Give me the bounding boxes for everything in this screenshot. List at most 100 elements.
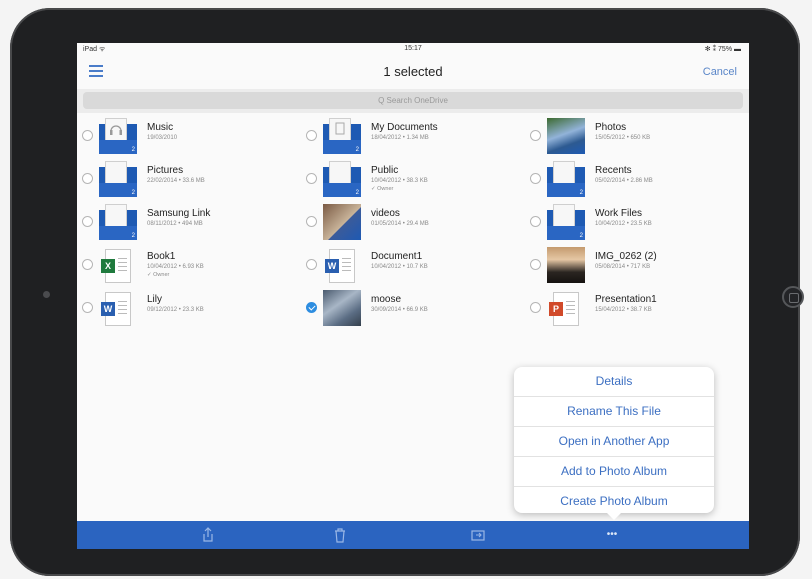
rename-file-menu-item[interactable]: Rename This File	[514, 397, 714, 427]
select-radio[interactable]	[530, 302, 541, 313]
file-name: moose	[371, 294, 402, 305]
video-folder-thumbnail	[323, 204, 361, 240]
select-radio[interactable]	[306, 216, 317, 227]
file-meta: 10/04/2012 • 6.93 KB	[147, 264, 204, 270]
details-menu-item[interactable]: Details	[514, 367, 714, 397]
folder-icon: 2	[99, 118, 137, 154]
create-album-menu-item[interactable]: Create Photo Album	[514, 487, 714, 516]
file-item[interactable]: W Document1 10/04/2012 • 10.7 KB	[301, 244, 525, 286]
file-thumbnail	[323, 290, 361, 326]
folder-icon: 2	[99, 161, 137, 197]
file-info: Document1 10/04/2012 • 10.7 KB	[371, 251, 428, 270]
folder-icon: 2	[547, 204, 585, 240]
file-meta: 10/04/2012 • 10.7 KB	[371, 264, 428, 270]
file-info: Presentation1 15/04/2012 • 38.7 KB	[595, 294, 657, 313]
file-info: Music 19/03/2010	[147, 122, 177, 141]
file-thumbnail	[547, 247, 585, 283]
file-item[interactable]: 2 Pictures 22/02/2014 • 33.6 MB	[77, 158, 301, 200]
file-info: Public 10/04/2012 • 38.3 KB ✓ Owner	[371, 165, 428, 192]
select-radio[interactable]	[82, 216, 93, 227]
file-info: Recents 05/02/2014 • 2.86 MB	[595, 165, 653, 184]
file-info: Work Files 10/04/2012 • 23.5 KB	[595, 208, 652, 227]
file-meta: 08/11/2012 • 494 MB	[147, 221, 203, 227]
file-meta: 19/03/2010	[147, 135, 178, 141]
search-bar-container: Q Search OneDrive	[77, 89, 749, 113]
file-item[interactable]: 2 Music 19/03/2010	[77, 115, 301, 157]
file-meta: 05/02/2014 • 2.86 MB	[595, 178, 653, 184]
home-button[interactable]	[782, 286, 804, 308]
file-item[interactable]: P Presentation1 15/04/2012 • 38.7 KB	[525, 287, 749, 329]
file-item[interactable]: 2 Work Files 10/04/2012 • 23.5 KB	[525, 201, 749, 243]
file-item[interactable]: X Book1 10/04/2012 • 6.93 KB ✓ Owner	[77, 244, 301, 286]
battery-indicator: ✻ ⁑ 75% ▬	[704, 46, 741, 53]
file-thumbnail: W	[323, 247, 361, 283]
shared-owner-label: ✓ Owner	[371, 186, 394, 192]
clock: 15:17	[404, 45, 422, 52]
file-item[interactable]: 2 My Documents 18/04/2012 • 1.34 MB	[301, 115, 525, 157]
file-info: Photos 15/05/2012 • 650 KB	[595, 122, 650, 141]
file-name: Music	[147, 122, 174, 133]
file-thumbnail: X	[99, 247, 137, 283]
folder-icon: 2	[323, 161, 361, 197]
share-icon[interactable]	[200, 527, 216, 543]
cancel-button[interactable]: Cancel	[703, 66, 737, 78]
file-name: My Documents	[371, 122, 438, 133]
file-name: Presentation1	[595, 294, 657, 305]
excel-icon: X	[101, 249, 131, 283]
actions-popover: Details Rename This File Open in Another…	[514, 367, 714, 520]
file-name: Photos	[595, 122, 627, 133]
select-radio[interactable]	[82, 173, 93, 184]
select-radio[interactable]	[306, 259, 317, 270]
file-thumbnail: 2	[99, 204, 137, 240]
file-name: Pictures	[147, 165, 184, 176]
file-item[interactable]: IMG_0262 (2) 05/08/2014 • 717 KB	[525, 244, 749, 286]
file-meta: 09/12/2012 • 23.3 KB	[147, 307, 204, 313]
file-info: videos 01/05/2014 • 29.4 MB	[371, 208, 429, 227]
folder-icon: 2	[323, 118, 361, 154]
file-info: moose 30/09/2014 • 66.9 KB	[371, 294, 428, 313]
add-to-album-menu-item[interactable]: Add to Photo Album	[514, 457, 714, 487]
file-thumbnail: W	[99, 290, 137, 326]
nav-bar: 1 selected Cancel	[77, 55, 749, 89]
file-item[interactable]: Photos 15/05/2012 • 650 KB	[525, 115, 749, 157]
select-radio[interactable]	[530, 130, 541, 141]
file-item[interactable]: 2 Public 10/04/2012 • 38.3 KB ✓ Owner	[301, 158, 525, 200]
file-item[interactable]: videos 01/05/2014 • 29.4 MB	[301, 201, 525, 243]
file-item[interactable]: W Lily 09/12/2012 • 23.3 KB	[77, 287, 301, 329]
file-meta: 15/05/2012 • 650 KB	[595, 135, 651, 141]
file-thumbnail	[323, 204, 361, 240]
select-radio[interactable]	[82, 130, 93, 141]
select-radio[interactable]	[530, 216, 541, 227]
select-radio[interactable]	[82, 259, 93, 270]
file-thumbnail: P	[547, 290, 585, 326]
file-thumbnail: 2	[323, 161, 361, 197]
file-item[interactable]: 2 Recents 05/02/2014 • 2.86 MB	[525, 158, 749, 200]
select-radio[interactable]	[530, 259, 541, 270]
file-name: Public	[371, 165, 399, 176]
file-name: videos	[371, 208, 400, 219]
select-radio[interactable]	[306, 130, 317, 141]
trash-icon[interactable]	[332, 527, 348, 543]
file-meta: 01/05/2014 • 29.4 MB	[371, 221, 429, 227]
file-thumbnail: 2	[99, 118, 137, 154]
file-name: Recents	[595, 165, 632, 176]
more-button[interactable]: •••	[604, 527, 620, 543]
file-name: Lily	[147, 294, 163, 305]
file-thumbnail: 2	[547, 204, 585, 240]
move-icon[interactable]	[470, 527, 486, 543]
file-thumbnail: 2	[323, 118, 361, 154]
file-item[interactable]: moose 30/09/2014 • 66.9 KB	[301, 287, 525, 329]
file-item[interactable]: 2 Samsung Link 08/11/2012 • 494 MB	[77, 201, 301, 243]
select-radio[interactable]	[306, 173, 317, 184]
select-radio[interactable]	[306, 302, 317, 313]
moose-photo-thumbnail	[323, 290, 361, 326]
search-input[interactable]: Q Search OneDrive	[83, 92, 743, 109]
open-in-app-menu-item[interactable]: Open in Another App	[514, 427, 714, 457]
file-name: Book1	[147, 251, 176, 262]
screen: iPad ᯤ 15:17 ✻ ⁑ 75% ▬ 1 selected Cancel…	[77, 43, 749, 549]
file-name: IMG_0262 (2)	[595, 251, 657, 262]
select-radio[interactable]	[82, 302, 93, 313]
select-radio[interactable]	[530, 173, 541, 184]
word-icon: W	[325, 249, 355, 283]
file-meta: 05/08/2014 • 717 KB	[595, 264, 651, 270]
